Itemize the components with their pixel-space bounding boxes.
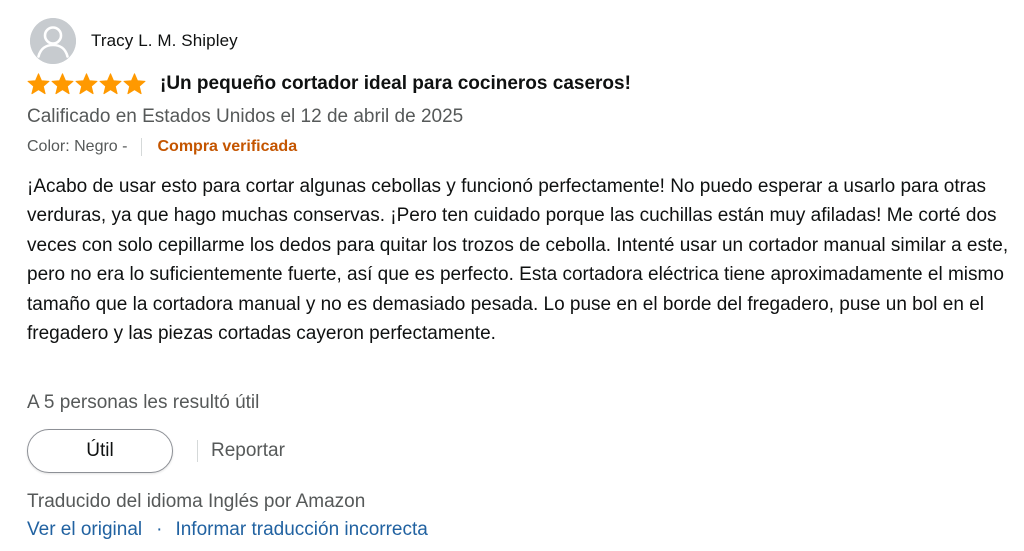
- review-body: ¡Acabo de usar esto para cortar algunas …: [27, 176, 1009, 345]
- divider: [197, 440, 198, 462]
- reviewer-name[interactable]: Tracy L. M. Shipley: [91, 31, 238, 51]
- star-rating[interactable]: [27, 73, 147, 95]
- star-icon: [99, 73, 122, 95]
- avatar-icon[interactable]: [30, 18, 76, 64]
- reviewer-profile[interactable]: Tracy L. M. Shipley: [30, 18, 238, 64]
- translation-note: Traducido del idioma Inglés por Amazon: [27, 491, 366, 512]
- helpful-button[interactable]: Útil: [27, 429, 173, 473]
- report-link[interactable]: Reportar: [211, 440, 285, 462]
- translation-links: Ver el original · Informar traducción in…: [27, 519, 428, 541]
- review-actions: Útil Reportar: [27, 429, 285, 473]
- review-format-row: Color: Negro - Compra verificada: [27, 138, 297, 156]
- helpful-vote-statement: A 5 personas les resultó útil: [27, 392, 260, 413]
- report-translation-link[interactable]: Informar traducción incorrecta: [175, 519, 427, 541]
- star-icon: [51, 73, 74, 95]
- star-icon: [27, 73, 50, 95]
- review-title[interactable]: ¡Un pequeño cortador ideal para cocinero…: [160, 73, 631, 95]
- review-title-row: ¡Un pequeño cortador ideal para cocinero…: [27, 73, 631, 95]
- separator-dot: ·: [156, 519, 163, 540]
- review-date: Calificado en Estados Unidos el 12 de ab…: [27, 106, 464, 127]
- view-original-link[interactable]: Ver el original: [27, 519, 142, 541]
- divider: [141, 138, 143, 156]
- star-icon: [75, 73, 98, 95]
- format-strip[interactable]: Color: Negro -: [27, 138, 127, 156]
- star-icon: [123, 73, 146, 95]
- verified-purchase-badge: Compra verificada: [157, 138, 298, 155]
